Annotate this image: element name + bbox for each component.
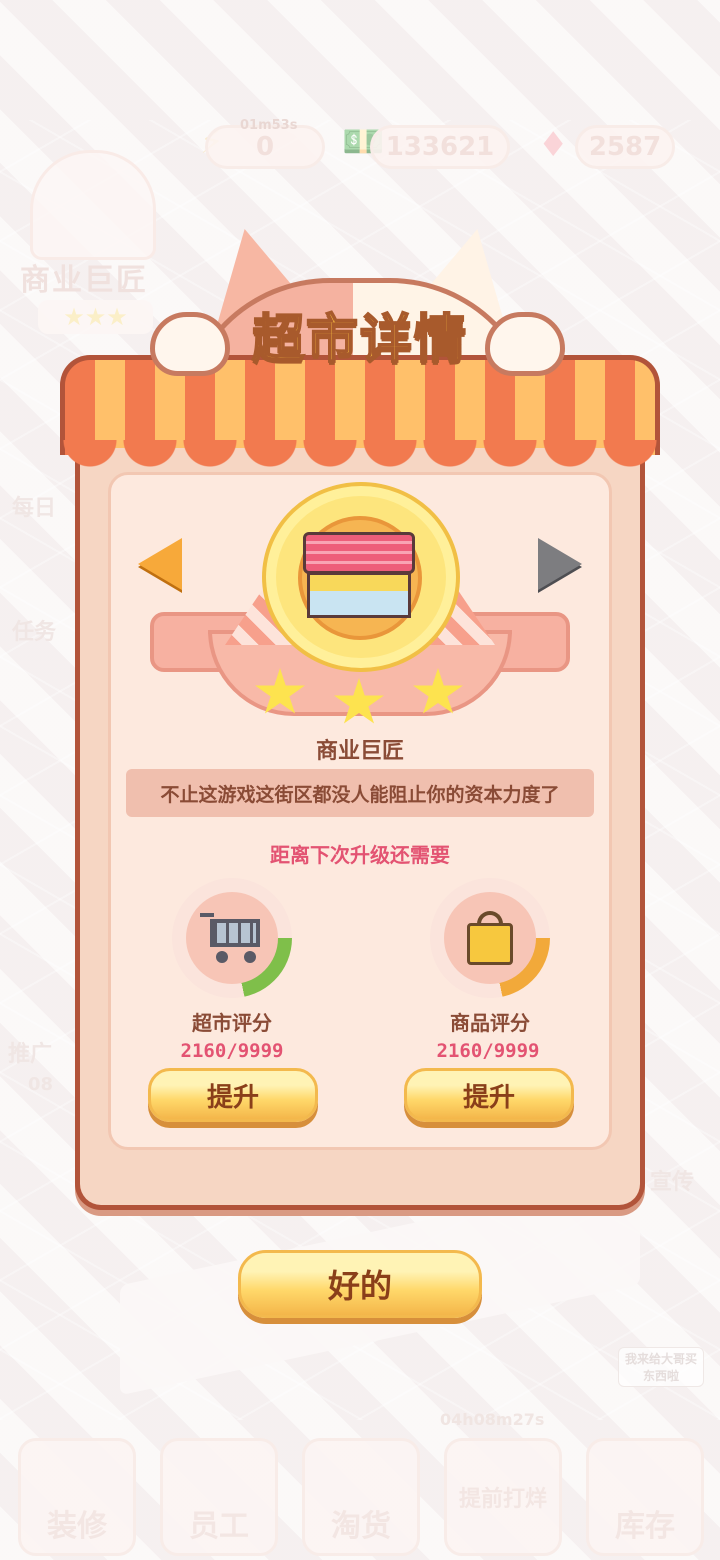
bag-body — [467, 923, 513, 965]
dialog-title: 超市详情 — [251, 309, 468, 371]
cart-handle — [200, 913, 214, 917]
goods-rating-meter — [430, 878, 550, 998]
rank-name: 商业巨匠 — [315, 739, 404, 764]
goods-rating-label: 商品评分 — [450, 1011, 530, 1035]
shopping-bag-icon — [467, 911, 513, 965]
cat-paw-left — [150, 312, 230, 376]
awning-scallop — [60, 440, 660, 474]
cart-wheel — [244, 951, 256, 963]
supermarket-icon — [303, 532, 415, 620]
store-rating-value: 2160/9999 — [180, 1040, 284, 1062]
next-level-label: 距离下次升级还需要 — [270, 843, 450, 867]
cart-wheel — [216, 951, 228, 963]
cart-basket — [210, 919, 260, 947]
cat-paw-right — [485, 312, 565, 376]
prev-rank-arrow-icon[interactable] — [138, 538, 182, 590]
ok-button[interactable]: 好的 — [238, 1250, 482, 1318]
dialog-title-plate: 超市详情 — [230, 296, 490, 372]
store-rating-label: 超市评分 — [192, 1011, 272, 1035]
boost-goods-rating-button[interactable]: 提升 — [404, 1068, 574, 1122]
rank-description-box: 不止这游戏这街区都没人能阻止你的资本力度了 — [126, 769, 594, 817]
goods-rating-value: 2160/9999 — [436, 1040, 540, 1062]
next-rank-arrow-icon[interactable] — [538, 538, 582, 590]
boost-store-rating-button[interactable]: 提升 — [148, 1068, 318, 1122]
supermarket-body — [307, 572, 411, 618]
supermarket-roof — [303, 532, 415, 574]
goods-rating-face — [444, 892, 536, 984]
shopping-cart-icon — [200, 913, 264, 963]
store-rating-face — [186, 892, 278, 984]
rank-description: 不止这游戏这街区都没人能阻止你的资本力度了 — [160, 783, 560, 806]
store-rating-meter — [172, 878, 292, 998]
